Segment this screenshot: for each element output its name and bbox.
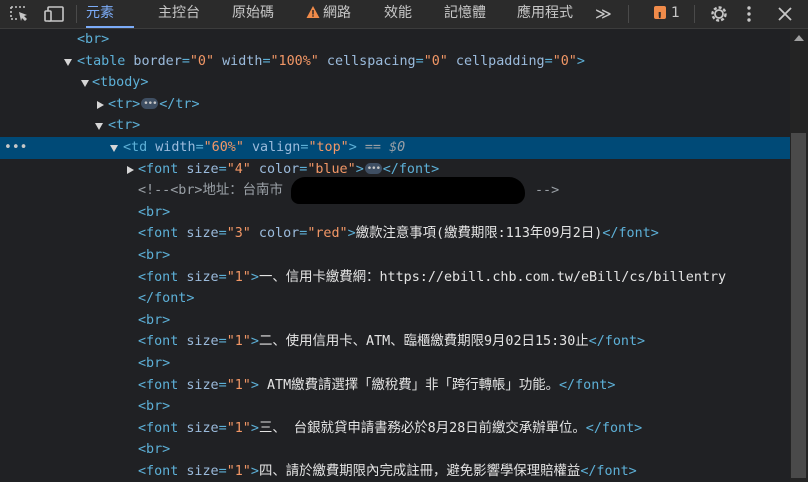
- expand-triangle-icon[interactable]: [95, 123, 103, 131]
- dom-node-font[interactable]: <font size="1">一、信用卡繳費網：https://ebill.ch…: [0, 267, 790, 289]
- close-icon[interactable]: [774, 4, 796, 24]
- tab-network-label: 網路: [323, 5, 351, 21]
- expand-triangle-icon[interactable]: [110, 145, 118, 152]
- dom-node-font[interactable]: <font size="1">四、請於繳費期限內完成註冊，避免影響學保理賠權益<…: [0, 461, 790, 482]
- dom-node-font[interactable]: <font size="1"> ATM繳費請選擇「繳稅費」非「跨行轉帳」功能。<…: [0, 375, 790, 397]
- warning-icon: [306, 6, 320, 18]
- dom-node[interactable]: <br>: [0, 439, 790, 461]
- dom-node[interactable]: </font>: [0, 288, 790, 310]
- dom-node-td-selected[interactable]: ••• <td width="60%" valign="top"> == $0: [0, 137, 790, 159]
- dom-node[interactable]: <br>: [0, 245, 790, 267]
- tab-console[interactable]: 主控台: [158, 0, 200, 28]
- dom-node-tbody[interactable]: <tbody>: [0, 72, 790, 94]
- dom-node-font[interactable]: <font size="1">三、 台銀就貸申請書務必於8月28日前繳交承辦單位…: [0, 418, 790, 440]
- issues-icon: [654, 4, 666, 31]
- expand-triangle-icon[interactable]: [64, 58, 72, 66]
- dom-node[interactable]: <br>: [0, 396, 790, 418]
- tab-sources[interactable]: 原始碼: [232, 0, 274, 28]
- tab-elements[interactable]: 元素: [86, 0, 114, 28]
- collapse-triangle-icon[interactable]: [127, 165, 134, 174]
- tab-performance[interactable]: 效能: [384, 0, 412, 28]
- collapse-triangle-icon[interactable]: [97, 100, 104, 109]
- toolbar-divider: [76, 5, 77, 23]
- dom-node-font-red[interactable]: <font size="3" color="red">繳款注意事項(繳費期限:1…: [0, 223, 790, 245]
- devtools-toolbar: 元素 主控台 原始碼 網路 效能 記憶體 應用程式 ≫ 1: [0, 0, 808, 31]
- issues-count: 1: [671, 5, 680, 21]
- expand-triangle-icon[interactable]: [81, 80, 89, 88]
- tab-memory[interactable]: 記憶體: [444, 0, 486, 28]
- gear-icon[interactable]: [708, 4, 730, 24]
- dom-node[interactable]: <br>: [0, 29, 790, 51]
- dom-node-tr[interactable]: <tr>: [0, 115, 790, 137]
- dom-tree: <br> <table border="0" width="100%" cell…: [0, 29, 790, 482]
- ellipsis-icon[interactable]: [364, 159, 382, 180]
- tab-network[interactable]: 網路: [306, 0, 351, 28]
- toolbar-divider: [628, 5, 629, 23]
- ellipsis-icon[interactable]: [141, 94, 159, 115]
- more-tabs-button[interactable]: ≫: [595, 0, 612, 28]
- issues-button[interactable]: 1: [654, 0, 680, 31]
- inspect-element-icon[interactable]: [9, 4, 31, 24]
- active-tab-indicator: [86, 26, 134, 28]
- dom-node-font[interactable]: <font size="1">二、使用信用卡、ATM、臨櫃繳費期限9月02日15…: [0, 331, 790, 353]
- dom-node[interactable]: <br>: [0, 353, 790, 375]
- dom-node[interactable]: <br>: [0, 310, 790, 332]
- br-tag: <br>: [77, 32, 110, 47]
- dom-node-tr-collapsed[interactable]: <tr></tr>: [0, 94, 790, 115]
- kebab-menu-icon[interactable]: [738, 4, 760, 24]
- dom-node-table[interactable]: <table border="0" width="100%" cellspaci…: [0, 51, 790, 73]
- device-toolbar-icon[interactable]: [43, 4, 65, 24]
- scroll-up-arrow-icon[interactable]: [794, 35, 804, 41]
- more-actions-icon[interactable]: •••: [4, 137, 27, 159]
- toolbar-divider: [694, 5, 695, 23]
- scrollbar-thumb[interactable]: [791, 133, 806, 478]
- dom-node[interactable]: <br>: [0, 202, 790, 224]
- redaction-mark: [291, 177, 525, 204]
- tab-application[interactable]: 應用程式: [517, 0, 573, 28]
